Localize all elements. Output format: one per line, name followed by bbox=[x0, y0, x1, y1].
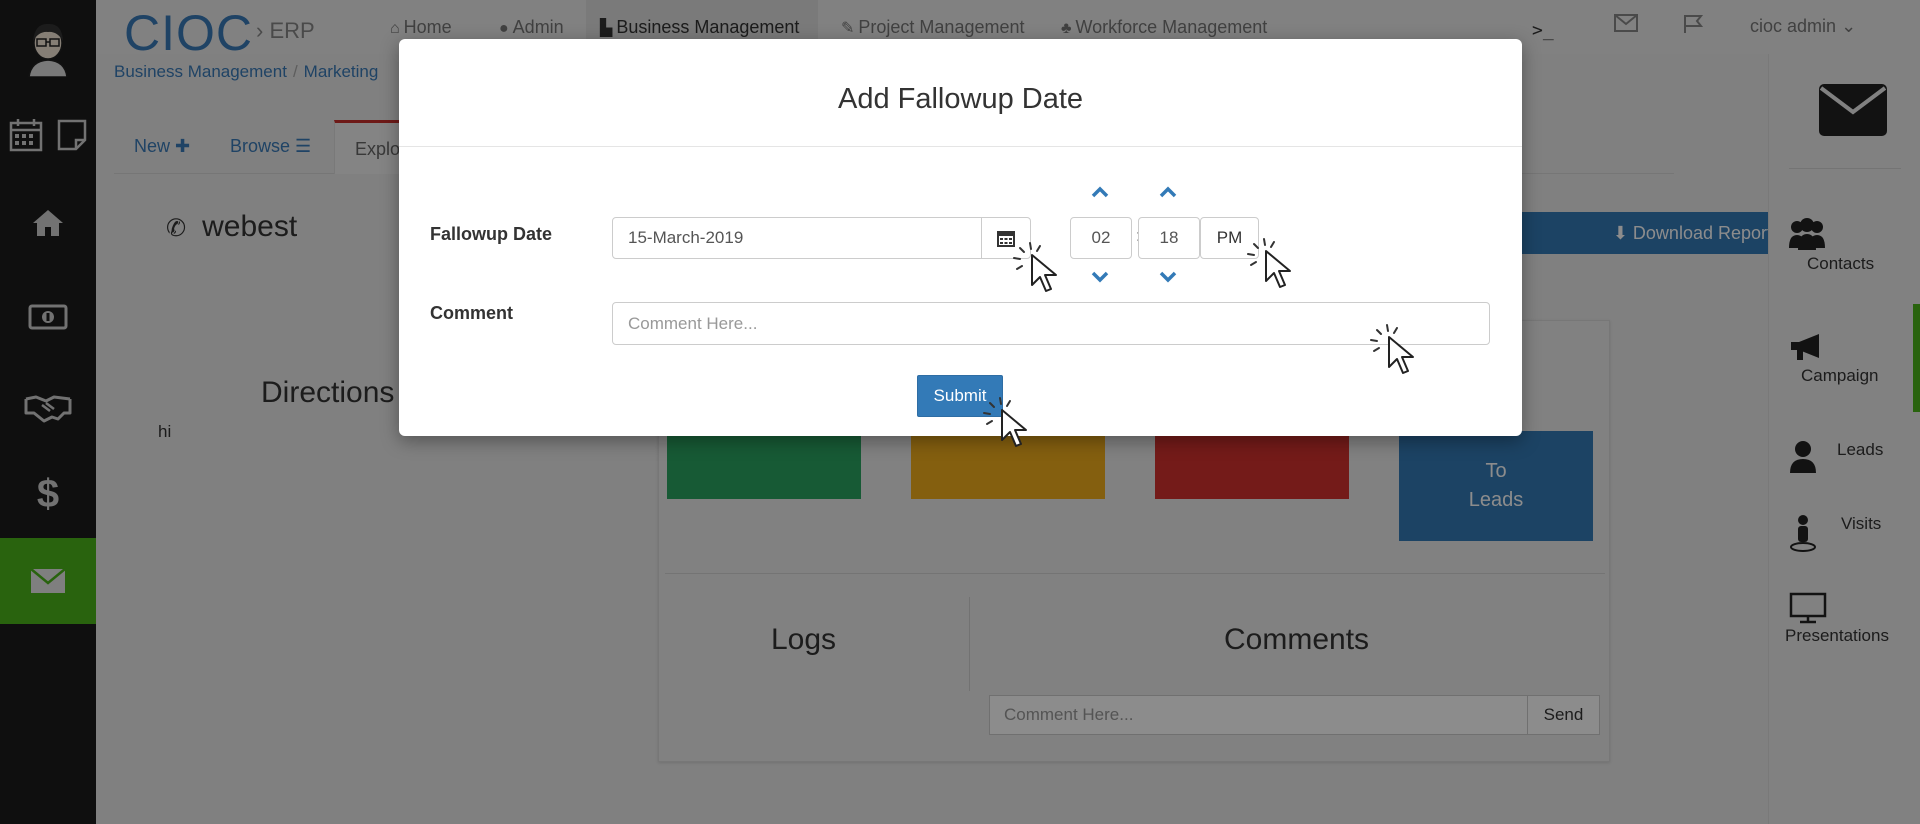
chevron-down-icon[interactable] bbox=[1158, 270, 1178, 284]
click-cursor-icon bbox=[1370, 324, 1414, 374]
chevron-up-icon[interactable] bbox=[1158, 185, 1178, 199]
chevron-up-icon[interactable] bbox=[1090, 185, 1110, 199]
comment-label: Comment bbox=[430, 303, 514, 323]
comment-input[interactable]: Comment Here... bbox=[612, 302, 1490, 345]
chevron-down-icon[interactable] bbox=[1090, 270, 1110, 284]
hour-input[interactable]: 02 bbox=[1070, 217, 1132, 259]
modal-header: Add Fallowup Date bbox=[399, 39, 1522, 147]
followup-date-label: Fallowup Date bbox=[430, 224, 553, 244]
modal-title: Add Fallowup Date bbox=[837, 83, 1084, 115]
click-cursor-icon bbox=[1013, 242, 1057, 292]
minute-input[interactable]: 18 bbox=[1138, 217, 1200, 259]
click-cursor-icon bbox=[1247, 238, 1291, 288]
click-cursor-icon bbox=[983, 397, 1027, 447]
followup-date-input[interactable]: 15-March-2019 bbox=[612, 217, 982, 259]
followup-modal: Add Fallowup Date Fallowup Date 15-March… bbox=[399, 39, 1522, 436]
